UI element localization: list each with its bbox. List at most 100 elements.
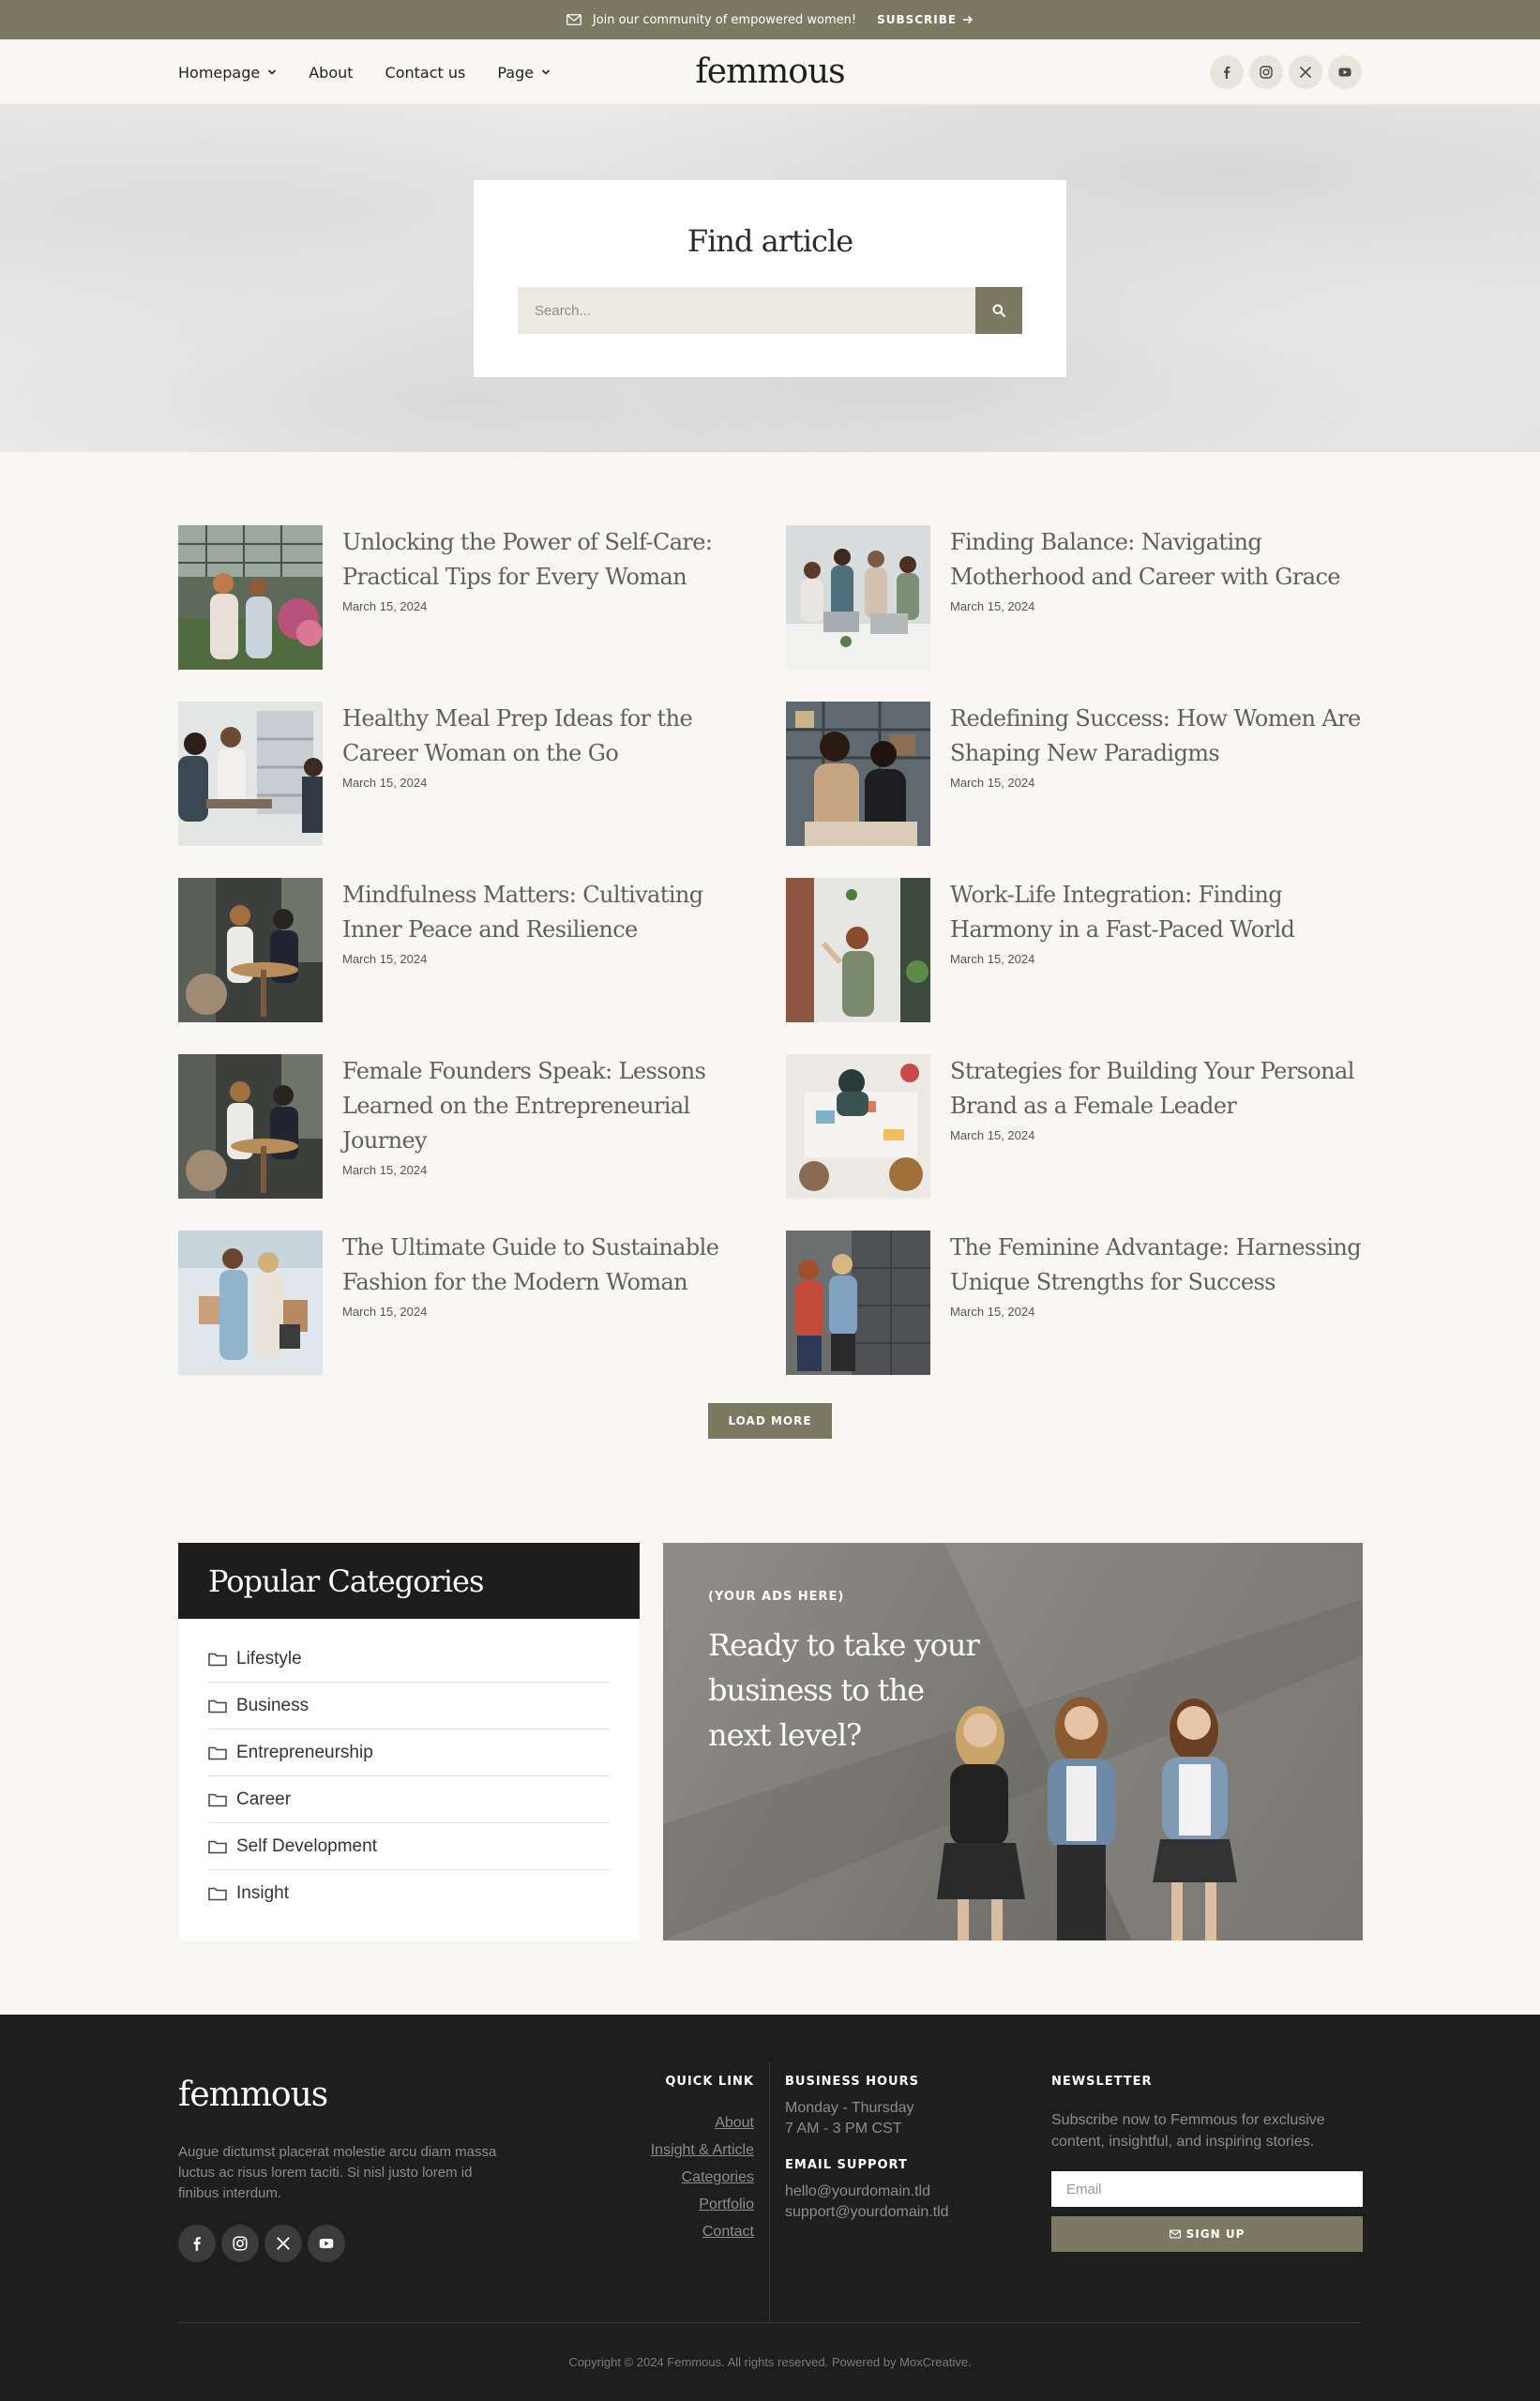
article-title[interactable]: Healthy Meal Prep Ideas for the Career W…: [342, 702, 760, 771]
search-input[interactable]: [518, 287, 975, 334]
article-card[interactable]: Finding Balance: Navigating Motherhood a…: [786, 525, 1367, 672]
article-title[interactable]: The Ultimate Guide to Sustainable Fashio…: [342, 1231, 760, 1300]
search-title: Find article: [687, 223, 853, 259]
category-label: Business: [236, 1695, 310, 1715]
business-hours-heading: BUSINESS HOURS: [785, 2075, 919, 2089]
site-logo[interactable]: femmous: [695, 53, 845, 91]
footer-link-portfolio[interactable]: Portfolio: [651, 2191, 754, 2218]
email-support-heading: EMAIL SUPPORT: [785, 2158, 908, 2172]
article-thumbnail[interactable]: [786, 1231, 930, 1375]
site-footer: femmous Augue dictumst placerat molestie…: [0, 2015, 1540, 2401]
article-card[interactable]: Strategies for Building Your Personal Br…: [786, 1054, 1367, 1200]
article-thumbnail[interactable]: [178, 878, 323, 1022]
footer-socials: [178, 2225, 345, 2262]
search-form: [518, 287, 1022, 334]
nav-homepage[interactable]: Homepage: [178, 64, 277, 82]
sign-up-button[interactable]: SIGN UP: [1051, 2216, 1363, 2252]
footer-logo[interactable]: femmous: [178, 2076, 328, 2114]
article-card[interactable]: Unlocking the Power of Self-Care: Practi…: [178, 525, 760, 672]
article-body: The Feminine Advantage: Harnessing Uniqu…: [930, 1231, 1367, 1377]
nav-page[interactable]: Page: [497, 64, 551, 82]
footer-link-about[interactable]: About: [651, 2109, 754, 2137]
article-title[interactable]: The Feminine Advantage: Harnessing Uniqu…: [950, 1231, 1367, 1300]
article-thumbnail[interactable]: [178, 1231, 323, 1375]
article-card[interactable]: Mindfulness Matters: Cultivating Inner P…: [178, 878, 760, 1024]
article-body: The Ultimate Guide to Sustainable Fashio…: [323, 1231, 760, 1377]
facebook-icon[interactable]: [1210, 55, 1244, 89]
business-days: Monday - Thursday: [785, 2100, 914, 2116]
support-email-support[interactable]: support@yourdomain.tld: [785, 2202, 1010, 2223]
footer-separator: [178, 2322, 1362, 2323]
category-label: Career: [236, 1789, 292, 1809]
article-date: March 15, 2024: [342, 1305, 428, 1319]
article-thumbnail[interactable]: [178, 1054, 323, 1199]
instagram-icon[interactable]: [1249, 55, 1283, 89]
nav-label: About: [309, 63, 354, 82]
youtube-icon[interactable]: [1328, 55, 1362, 89]
category-business[interactable]: Business: [208, 1683, 610, 1729]
article-date: March 15, 2024: [342, 952, 428, 966]
article-card[interactable]: The Ultimate Guide to Sustainable Fashio…: [178, 1231, 760, 1377]
category-lifestyle[interactable]: Lifestyle: [208, 1636, 610, 1683]
article-title[interactable]: Unlocking the Power of Self-Care: Practi…: [342, 525, 760, 595]
business-time: 7 AM - 3 PM CST: [785, 2121, 902, 2137]
article-body: Work-Life Integration: Finding Harmony i…: [930, 878, 1367, 1024]
chevron-down-icon: [268, 69, 277, 75]
nav-label: Page: [497, 63, 535, 82]
article-thumbnail[interactable]: [786, 702, 930, 846]
facebook-icon[interactable]: [178, 2225, 216, 2262]
hero-search-section: Find article: [0, 105, 1540, 452]
article-thumbnail[interactable]: [786, 1054, 930, 1199]
categories-list: Lifestyle Business Entrepreneurship Care…: [178, 1619, 640, 1917]
category-entrepreneurship[interactable]: Entrepreneurship: [208, 1729, 610, 1776]
support-email-hello[interactable]: hello@yourdomain.tld: [785, 2182, 1010, 2202]
announcement-bar: Join our community of empowered women! S…: [0, 0, 1540, 39]
article-title[interactable]: Female Founders Speak: Lessons Learned o…: [342, 1054, 760, 1158]
folder-icon: [208, 1653, 227, 1666]
subscribe-link[interactable]: SUBSCRIBE: [877, 13, 974, 26]
categories-title: Popular Categories: [178, 1543, 640, 1619]
article-thumbnail[interactable]: [786, 878, 930, 1022]
nav-contact-us[interactable]: Contact us: [385, 64, 466, 82]
article-date: March 15, 2024: [342, 599, 428, 613]
article-thumbnail[interactable]: [178, 525, 323, 670]
article-thumbnail[interactable]: [786, 525, 930, 670]
article-card[interactable]: Female Founders Speak: Lessons Learned o…: [178, 1054, 760, 1200]
x-icon[interactable]: [1289, 55, 1322, 89]
category-label: Insight: [236, 1883, 289, 1903]
article-card[interactable]: Healthy Meal Prep Ideas for the Career W…: [178, 702, 760, 848]
x-icon[interactable]: [264, 2225, 302, 2262]
footer-link-contact[interactable]: Contact: [651, 2218, 754, 2245]
article-card[interactable]: Work-Life Integration: Finding Harmony i…: [786, 878, 1367, 1024]
folder-icon: [208, 1746, 227, 1759]
article-date: March 15, 2024: [950, 599, 1035, 613]
article-thumbnail[interactable]: [178, 702, 323, 846]
nav-about[interactable]: About: [309, 64, 353, 82]
nav-label: Contact us: [385, 63, 466, 82]
youtube-icon[interactable]: [308, 2225, 345, 2262]
article-date: March 15, 2024: [342, 1163, 428, 1177]
category-self-development[interactable]: Self Development: [208, 1823, 610, 1870]
sign-up-label: SIGN UP: [1185, 2227, 1246, 2241]
article-card[interactable]: The Feminine Advantage: Harnessing Uniqu…: [786, 1231, 1367, 1377]
article-body: Finding Balance: Navigating Motherhood a…: [930, 525, 1367, 672]
category-career[interactable]: Career: [208, 1776, 610, 1823]
article-title[interactable]: Redefining Success: How Women Are Shapin…: [950, 702, 1367, 771]
load-more-button[interactable]: LOAD MORE: [708, 1403, 832, 1439]
article-title[interactable]: Work-Life Integration: Finding Harmony i…: [950, 878, 1367, 947]
article-title[interactable]: Strategies for Building Your Personal Br…: [950, 1054, 1367, 1124]
mail-icon: [1169, 2229, 1181, 2239]
newsletter-email-input[interactable]: [1051, 2171, 1363, 2207]
footer-link-insight-article[interactable]: Insight & Article: [651, 2137, 754, 2164]
article-body: Female Founders Speak: Lessons Learned o…: [323, 1054, 760, 1200]
category-insight[interactable]: Insight: [208, 1870, 610, 1917]
article-card[interactable]: Redefining Success: How Women Are Shapin…: [786, 702, 1367, 848]
ad-banner[interactable]: (YOUR ADS HERE) Ready to take your busin…: [663, 1543, 1363, 1940]
article-title[interactable]: Mindfulness Matters: Cultivating Inner P…: [342, 878, 760, 947]
instagram-icon[interactable]: [221, 2225, 259, 2262]
search-icon: [992, 304, 1006, 318]
article-title[interactable]: Finding Balance: Navigating Motherhood a…: [950, 525, 1367, 595]
search-button[interactable]: [975, 287, 1022, 334]
footer-link-categories[interactable]: Categories: [651, 2164, 754, 2191]
business-hours: BUSINESS HOURS Monday - Thursday 7 AM - …: [785, 2075, 1010, 2223]
